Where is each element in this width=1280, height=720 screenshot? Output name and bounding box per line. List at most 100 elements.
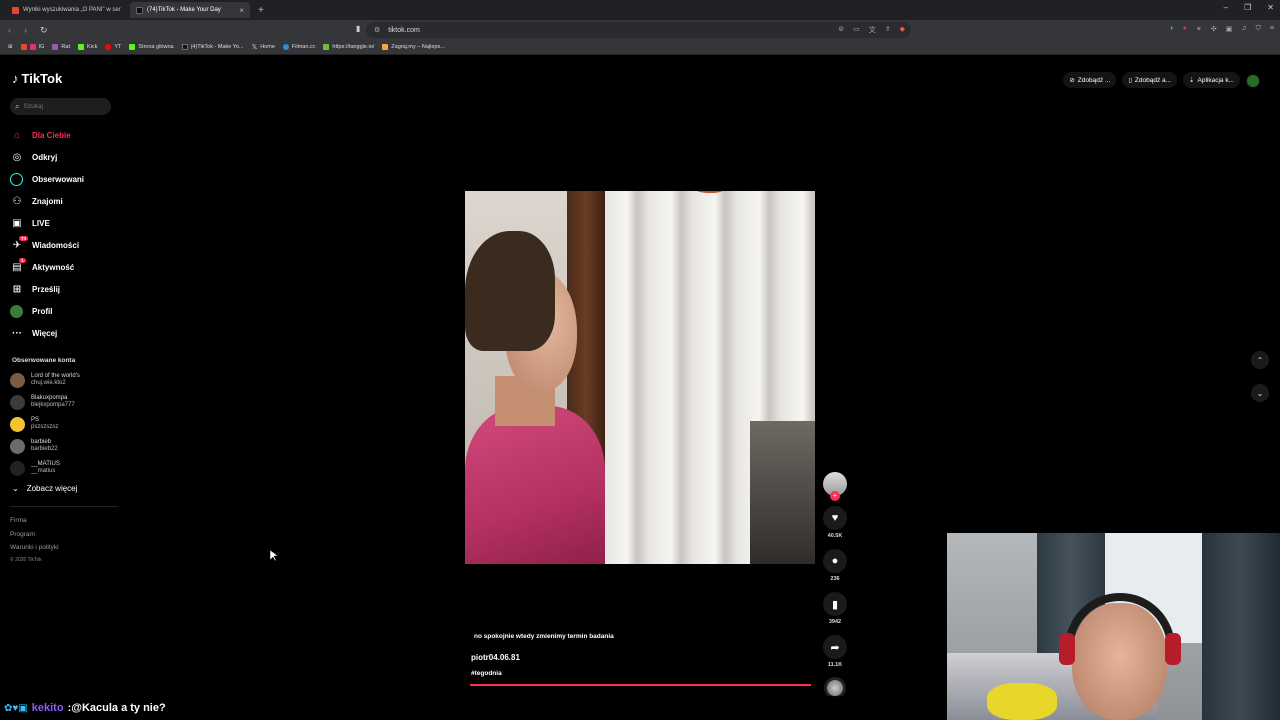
chat-username: kekito	[31, 702, 64, 714]
creator-avatar[interactable]: +	[823, 472, 847, 501]
sidebar-icon[interactable]: ▣	[1226, 25, 1233, 33]
nav-item-more[interactable]: ··· Więcej	[10, 322, 120, 344]
profile-avatar[interactable]	[1246, 74, 1260, 88]
account-name: PS	[31, 417, 40, 423]
close-window-icon[interactable]: ✕	[1267, 3, 1274, 12]
close-tab-icon[interactable]: ×	[239, 6, 244, 15]
share-icon: ➦	[823, 635, 847, 659]
see-more-button[interactable]: ⌄ Zobacz więcej	[12, 484, 77, 493]
video-hashtag[interactable]: #tegodnia	[471, 670, 502, 677]
previous-video-button[interactable]: ⌃	[1251, 351, 1269, 369]
minimize-icon[interactable]: –	[1224, 3, 1228, 12]
bookmark-item[interactable]: Zagraj.my – Najleps...	[382, 44, 445, 50]
followed-account[interactable]: barbieb barbieb22	[10, 435, 120, 457]
site-info-icon[interactable]: ⚙	[374, 26, 380, 34]
heart-icon: ♥	[823, 506, 847, 530]
music-icon[interactable]: ♫	[1241, 25, 1246, 33]
bookmark-item[interactable]: (4)TikTok - Make Yo...	[181, 44, 244, 50]
tiktok-logo[interactable]: ♪ TikTok	[12, 71, 62, 86]
comment-button[interactable]: ● 236	[823, 549, 847, 582]
nav-item-friends[interactable]: ⚇ Znajomi	[10, 190, 120, 212]
nav-item-upload[interactable]: ⊞ Prześlij	[10, 278, 120, 300]
bookmark-item[interactable]: https://tanggle.io/	[323, 44, 374, 50]
restore-icon[interactable]: ❐	[1244, 3, 1251, 12]
bookmark-item[interactable]: YT	[105, 44, 121, 50]
tab-title: (74)TikTok - Make Your Day	[147, 7, 221, 13]
nav-item-activity[interactable]: ▤ 1 Aktywność	[10, 256, 120, 278]
brave-shield-icon[interactable]: ◆	[900, 25, 905, 35]
footer-link-program[interactable]: Program	[10, 531, 35, 538]
bookmark-item[interactable]: Strona główna	[129, 44, 174, 50]
download-icon: ⇣	[1189, 77, 1195, 84]
window-controls: – ❐ ✕	[1224, 3, 1274, 12]
cast-icon[interactable]: ▭	[853, 25, 860, 35]
follow-plus-icon[interactable]: +	[830, 491, 840, 501]
desktop-app-button[interactable]: ⇣ Aplikacja k...	[1183, 72, 1240, 88]
chat-message-text: :@Kacula a ty nie?	[67, 702, 166, 714]
followed-account[interactable]: __MATIUS __matius	[10, 457, 120, 479]
browser-tab[interactable]: Wyniki wyszukiwania „O PANI" w ser	[6, 2, 124, 18]
nav-item-messages[interactable]: ✈ 74 Wiadomości	[10, 234, 120, 256]
bookmark-item[interactable]: 𝕏 Home	[252, 43, 275, 51]
video-player[interactable]	[465, 191, 815, 564]
get-app-button[interactable]: ▯ Zdobądź a...	[1122, 72, 1178, 88]
nav-item-explore[interactable]: ◎ Odkryj	[10, 146, 120, 168]
wallet-icon[interactable]: ⛉	[1256, 25, 1261, 33]
followed-account[interactable]: Lord of the world's chuj.wie.kto2	[10, 369, 120, 391]
video-progress-bar[interactable]	[470, 684, 811, 686]
account-handle: __matius	[31, 468, 56, 474]
new-tab-icon[interactable]: +	[258, 5, 264, 16]
nav-item-for-you[interactable]: ⌂ Dla Ciebie	[10, 124, 120, 146]
compass-icon: ◎	[12, 151, 22, 163]
share-icon[interactable]: ⇪	[885, 25, 891, 35]
nav-item-following[interactable]: Obserwowani	[10, 168, 120, 190]
search-input[interactable]: ⌕ Szukaj	[10, 98, 111, 115]
bookmark-icon: ▮	[823, 592, 847, 616]
mute-icon[interactable]: ⊘	[838, 25, 844, 35]
reload-icon[interactable]: ↻	[40, 25, 48, 36]
save-button[interactable]: ▮ 3942	[823, 592, 847, 625]
bookmark-item[interactable]: Kick	[77, 44, 97, 50]
video-caption: no spokojnie wtedy zmienimy termin badan…	[474, 633, 614, 640]
browser-tab-active[interactable]: (74)TikTok - Make Your Day ×	[130, 2, 250, 18]
live-icon: ▣	[12, 217, 22, 229]
bookmark-item[interactable]: IG	[20, 44, 44, 50]
search-placeholder: Szukaj	[23, 103, 43, 110]
home-icon: ⌂	[13, 129, 21, 141]
puzzle-icon[interactable]: ✣	[1211, 25, 1217, 33]
footer-link-terms[interactable]: Warunki i polityki	[10, 544, 59, 551]
bookmark-item[interactable]: Rat	[52, 44, 70, 50]
forward-icon[interactable]: ›	[24, 25, 32, 35]
url-text: tiktok.com	[388, 26, 420, 34]
account-handle: blejkxpompa777	[31, 402, 75, 408]
top-right-actions: ⊘ Zdobądź ... ▯ Zdobądź a... ⇣ Aplikacja k.…	[1063, 72, 1260, 88]
chevron-up-icon: ⌃	[1256, 355, 1264, 365]
apps-icon[interactable]: ⊞	[8, 44, 13, 50]
address-bar-actions: ⊘ ▭ 文 ⇪ ◆	[838, 25, 911, 35]
get-coins-button[interactable]: ⊘ Zdobądź ...	[1063, 72, 1117, 88]
followed-account[interactable]: Blakuxpompa blejkxpompa777	[10, 391, 120, 413]
video-author[interactable]: piotr04.06.81	[471, 653, 520, 662]
coin-icon: ⊘	[1069, 77, 1075, 84]
followed-accounts-list: Lord of the world's chuj.wie.kto2 Blakuxp…	[10, 369, 120, 479]
menu-icon[interactable]: ≡	[1270, 25, 1274, 33]
next-video-button[interactable]: ⌄	[1251, 384, 1269, 402]
share-button[interactable]: ➦ 11.1K	[823, 635, 847, 668]
bookmark-icon[interactable]: ▮	[356, 24, 360, 33]
nav-item-live[interactable]: ▣ LIVE	[10, 212, 120, 234]
like-button[interactable]: ♥ 40.5K	[823, 506, 847, 539]
tiktok-favicon-icon	[136, 6, 143, 14]
followed-account[interactable]: PS pszszszsz	[10, 413, 120, 435]
sidebar-nav: ⌂ Dla Ciebie ◎ Odkryj Obserwowani ⚇ Znaj…	[10, 124, 120, 344]
record-icon[interactable]: ●	[1183, 25, 1187, 33]
extension-icon[interactable]: ◗	[1170, 25, 1174, 33]
address-bar[interactable]: ⚙ tiktok.com ⊘ ▭ 文 ⇪ ◆	[366, 22, 911, 38]
translate-icon[interactable]: 文	[869, 25, 876, 35]
avatar	[10, 372, 25, 388]
back-icon[interactable]: ‹	[8, 25, 16, 35]
activity-icon: ▤	[12, 261, 22, 273]
extension-icon[interactable]: ⚭	[1196, 25, 1202, 33]
nav-item-profile[interactable]: Profil	[10, 300, 120, 322]
bookmark-item[interactable]: Filman.cc	[282, 44, 315, 50]
footer-link-company[interactable]: Firma	[10, 517, 27, 524]
